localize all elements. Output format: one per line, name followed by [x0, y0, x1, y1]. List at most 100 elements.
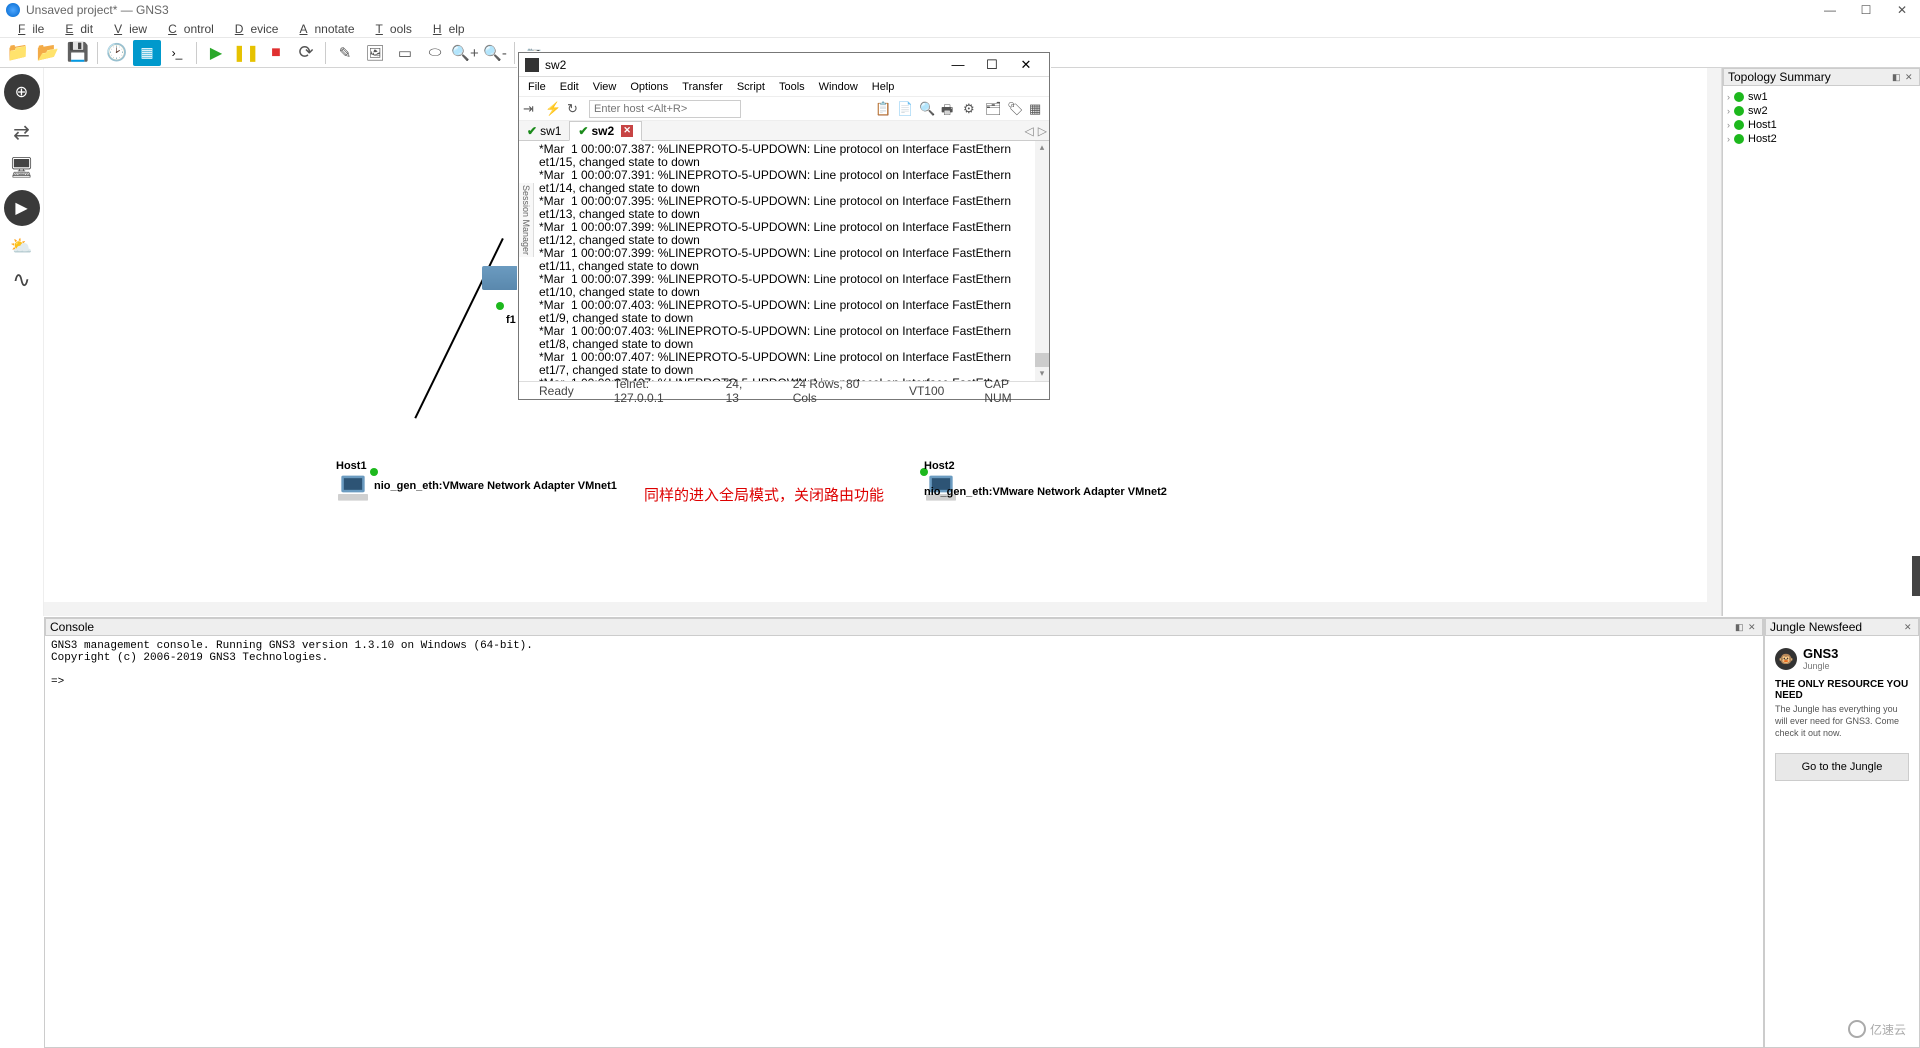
- term-menu-transfer[interactable]: Transfer: [675, 80, 730, 94]
- console-all-icon[interactable]: ›_: [163, 40, 191, 66]
- terminal-window[interactable]: sw2 — ☐ ✕ File Edit View Options Transfe…: [518, 52, 1050, 400]
- new-project-icon[interactable]: 📁: [4, 40, 32, 66]
- filter-icon[interactable]: 🏷: [1007, 101, 1023, 117]
- draw-ellipse-icon[interactable]: ⬭: [421, 40, 449, 66]
- tab-sw1[interactable]: ✔sw1: [519, 122, 569, 140]
- newsfeed-panel: Jungle Newsfeed ✕ 🐵 GNS3Jungle THE ONLY …: [1764, 617, 1920, 1048]
- go-to-jungle-button[interactable]: Go to the Jungle: [1775, 753, 1909, 781]
- term-menu-view[interactable]: View: [586, 80, 624, 94]
- tree-item-sw2[interactable]: ›sw2: [1727, 104, 1916, 118]
- menu-edit[interactable]: Edit: [51, 21, 100, 37]
- panel-undock-icon[interactable]: ◧: [1892, 72, 1902, 82]
- newsfeed-sub: Jungle: [1803, 661, 1838, 671]
- pause-all-icon[interactable]: ❚❚: [232, 40, 260, 66]
- tab-sw2[interactable]: ✔sw2✕: [569, 121, 642, 141]
- session-options-icon[interactable]: 🗂: [985, 101, 1001, 117]
- menu-view[interactable]: View: [100, 21, 154, 37]
- panel-undock-icon[interactable]: ◧: [1735, 622, 1745, 632]
- terminal-scrollbar[interactable]: ▴▾: [1035, 141, 1049, 381]
- separator: [325, 42, 326, 64]
- start-all-icon[interactable]: ▶: [202, 40, 230, 66]
- panel-close-icon[interactable]: ✕: [1748, 622, 1758, 632]
- separator: [514, 42, 515, 64]
- term-menu-help[interactable]: Help: [865, 80, 902, 94]
- all-devices-icon[interactable]: [10, 236, 32, 257]
- console-output[interactable]: GNS3 management console. Running GNS3 ve…: [45, 636, 1763, 1047]
- print-icon[interactable]: 🖶: [941, 101, 957, 117]
- reload-all-icon[interactable]: ⟳: [292, 40, 320, 66]
- connect-icon[interactable]: ⇥: [523, 101, 539, 117]
- security-device-icon[interactable]: ▶: [4, 190, 40, 226]
- tab-close-icon[interactable]: ✕: [621, 125, 633, 137]
- terminal-title: sw2: [545, 58, 566, 72]
- term-menu-file[interactable]: File: [521, 80, 553, 94]
- terminal-output[interactable]: *Mar 1 00:00:07.387: %LINEPROTO-5-UPDOWN…: [519, 141, 1049, 381]
- term-menu-script[interactable]: Script: [730, 80, 772, 94]
- term-menu-edit[interactable]: Edit: [553, 80, 586, 94]
- close-button[interactable]: ✕: [1884, 0, 1920, 20]
- stop-all-icon[interactable]: ■: [262, 40, 290, 66]
- draw-rectangle-icon[interactable]: ▭: [391, 40, 419, 66]
- menu-device[interactable]: Device: [221, 21, 286, 37]
- menu-file[interactable]: File: [4, 21, 51, 37]
- host-input[interactable]: [589, 100, 741, 118]
- device-palette: ⊕ ▶: [0, 68, 44, 616]
- copy-icon[interactable]: 📋: [875, 101, 891, 117]
- tree-item-host1[interactable]: ›Host1: [1727, 118, 1916, 132]
- switch-device-icon[interactable]: [13, 120, 30, 145]
- terminal-minimize-button[interactable]: —: [941, 53, 975, 77]
- tree-item-host2[interactable]: ›Host2: [1727, 132, 1916, 146]
- canvas-vertical-scrollbar[interactable]: [1707, 68, 1721, 616]
- tabs-prev-icon[interactable]: ◁: [1025, 124, 1034, 138]
- terminal-maximize-button[interactable]: ☐: [975, 53, 1009, 77]
- menu-tools[interactable]: Tools: [362, 21, 419, 37]
- newsfeed-title: Jungle Newsfeed: [1770, 620, 1862, 634]
- newsfeed-brand: GNS3: [1803, 646, 1838, 661]
- maximize-button[interactable]: ☐: [1848, 0, 1884, 20]
- host1-label: Host1: [336, 460, 367, 472]
- menu-control[interactable]: Control: [154, 21, 221, 37]
- terminal-statusbar: Ready Telnet: 127.0.0.1 24, 13 24 Rows, …: [519, 381, 1049, 399]
- snapshot-icon[interactable]: 🕑: [103, 40, 131, 66]
- chevron-right-icon: ›: [1727, 106, 1730, 116]
- reconnect-icon[interactable]: ↻: [567, 101, 583, 117]
- minimize-button[interactable]: —: [1812, 0, 1848, 20]
- zoom-out-icon[interactable]: 🔍-: [481, 40, 509, 66]
- switch-node-sw1[interactable]: [482, 266, 518, 290]
- tree-item-sw1[interactable]: ›sw1: [1727, 90, 1916, 104]
- term-menu-window[interactable]: Window: [812, 80, 865, 94]
- status-dot-icon: [1734, 120, 1744, 130]
- quick-connect-icon[interactable]: ⚡: [545, 101, 561, 117]
- status-dot-icon: [1734, 92, 1744, 102]
- canvas-horizontal-scrollbar[interactable]: [44, 602, 1707, 616]
- panel-close-icon[interactable]: ✕: [1904, 622, 1914, 632]
- show-interface-labels-icon[interactable]: ▦: [133, 40, 161, 66]
- term-menu-tools[interactable]: Tools: [772, 80, 812, 94]
- host1-node[interactable]: Host1: [336, 468, 370, 504]
- term-menu-options[interactable]: Options: [623, 80, 675, 94]
- watermark: 亿速云: [1848, 1020, 1906, 1038]
- router-device-icon[interactable]: ⊕: [4, 74, 40, 110]
- host1-adapter-label: nio_gen_eth:VMware Network Adapter VMnet…: [374, 480, 617, 492]
- paste-icon[interactable]: 📄: [897, 101, 913, 117]
- terminal-close-button[interactable]: ✕: [1009, 53, 1043, 77]
- window-title: Unsaved project* — GNS3: [26, 3, 169, 17]
- menu-help[interactable]: Help: [419, 21, 472, 37]
- panel-close-icon[interactable]: ✕: [1905, 72, 1915, 82]
- find-icon[interactable]: 🔍: [919, 101, 935, 117]
- menu-annotate[interactable]: Annotate: [285, 21, 361, 37]
- insert-image-icon[interactable]: 🖼: [361, 40, 389, 66]
- add-note-icon[interactable]: ✎: [331, 40, 359, 66]
- tabs-next-icon[interactable]: ▷: [1038, 124, 1047, 138]
- options-icon[interactable]: ⚙: [963, 101, 979, 117]
- gns3-jungle-icon: 🐵: [1775, 648, 1797, 670]
- help-icon[interactable]: ▦: [1029, 101, 1045, 117]
- open-project-icon[interactable]: 📂: [34, 40, 62, 66]
- terminal-menubar: File Edit View Options Transfer Script T…: [519, 77, 1049, 97]
- terminal-titlebar[interactable]: sw2 — ☐ ✕: [519, 53, 1049, 77]
- main-titlebar: Unsaved project* — GNS3 — ☐ ✕: [0, 0, 1920, 20]
- end-device-icon[interactable]: [9, 155, 34, 180]
- save-icon[interactable]: 💾: [64, 40, 92, 66]
- add-link-icon[interactable]: [12, 267, 30, 293]
- zoom-in-icon[interactable]: 🔍+: [451, 40, 479, 66]
